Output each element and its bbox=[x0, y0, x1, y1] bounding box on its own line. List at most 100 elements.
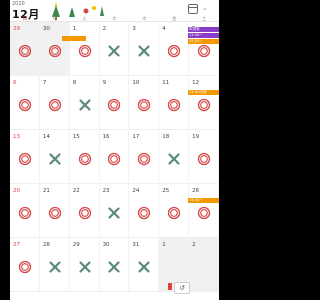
week-row: 20 21 22 23 24 25 26 bbox=[10, 184, 219, 238]
day-number: 27 bbox=[13, 242, 20, 248]
absence-cross-icon bbox=[108, 261, 121, 273]
day-cell[interactable]: 11 bbox=[159, 76, 190, 130]
attendance-circle-icon bbox=[138, 98, 151, 112]
day-number: 22 bbox=[72, 188, 80, 194]
day-number: 1 bbox=[162, 242, 166, 248]
day-cell[interactable]: 18 bbox=[159, 130, 190, 184]
attendance-circle-icon bbox=[168, 206, 181, 220]
day-cell[interactable]: 30 bbox=[100, 238, 130, 292]
attendance-circle-icon bbox=[108, 152, 121, 166]
absence-cross-icon bbox=[138, 45, 150, 57]
attendance-circle-icon bbox=[197, 152, 211, 166]
attendance-circle-icon bbox=[108, 98, 121, 112]
day-number: 9 bbox=[102, 80, 107, 86]
event-dec5-a[interactable]: 年賀状 bbox=[188, 27, 219, 32]
day-cell[interactable]: 6 bbox=[10, 76, 40, 130]
day-cell[interactable]: 4 bbox=[159, 22, 190, 76]
day-number: 7 bbox=[42, 80, 47, 86]
day-cell[interactable]: 7 bbox=[40, 76, 70, 130]
day-number: 19 bbox=[192, 134, 200, 140]
day-number: 4 bbox=[162, 26, 166, 32]
event-dec12[interactable]: 14:00出荷 bbox=[188, 90, 219, 95]
day-number: 8 bbox=[72, 80, 77, 86]
calendar-header: 2020 12月 ⌄ 日 月 火 水 木 金 土 bbox=[10, 0, 219, 22]
event-dec26[interactable]: 14:00~ bbox=[188, 198, 219, 203]
attendance-circle-icon bbox=[197, 98, 211, 112]
month-grid: 2930123456789101112131415161718192021222… bbox=[10, 22, 219, 292]
day-cell[interactable]: 21 bbox=[40, 184, 70, 238]
absence-cross-icon bbox=[49, 261, 61, 273]
day-cell[interactable]: 23 bbox=[100, 184, 130, 238]
day-number: 31 bbox=[132, 242, 140, 248]
day-cell[interactable]: 8 bbox=[70, 76, 100, 130]
attendance-circle-icon bbox=[138, 206, 151, 220]
event-dec5-c[interactable]: 15:00~ bbox=[188, 39, 219, 44]
return-today-button[interactable]: ↺ bbox=[174, 282, 190, 294]
day-cell[interactable]: 10 bbox=[129, 76, 160, 130]
day-number: 16 bbox=[102, 134, 110, 140]
day-number: 26 bbox=[192, 188, 200, 194]
attendance-circle-icon bbox=[197, 206, 211, 220]
absence-cross-icon bbox=[79, 261, 91, 273]
bookmark-tab[interactable] bbox=[168, 283, 172, 290]
day-cell[interactable]: 13 bbox=[10, 130, 40, 184]
attendance-circle-icon bbox=[168, 44, 181, 58]
day-cell[interactable]: 9 bbox=[100, 76, 130, 130]
day-number: 2 bbox=[102, 26, 107, 32]
day-cell[interactable]: 22 bbox=[70, 184, 100, 238]
day-cell[interactable]: 29 bbox=[10, 22, 40, 76]
return-button-area: ↺ bbox=[174, 282, 196, 296]
attendance-circle-icon bbox=[18, 98, 32, 112]
day-cell[interactable]: 2 bbox=[100, 22, 130, 76]
day-number: 24 bbox=[132, 188, 140, 194]
attendance-circle-icon bbox=[48, 206, 61, 220]
day-cell[interactable]: 26 bbox=[189, 184, 219, 238]
day-cell[interactable]: 27 bbox=[10, 238, 40, 292]
day-cell[interactable]: 25 bbox=[159, 184, 190, 238]
attendance-circle-icon bbox=[78, 206, 91, 220]
day-cell[interactable]: 29 bbox=[70, 238, 100, 292]
week-row: 13 14 15 16 17 18 19 bbox=[10, 130, 219, 184]
event-dec1[interactable] bbox=[62, 36, 86, 41]
day-cell[interactable]: 17 bbox=[129, 130, 160, 184]
week-row: 6 7 8 9 10 11 12 bbox=[10, 76, 219, 130]
day-cell[interactable]: 16 bbox=[100, 130, 130, 184]
attendance-circle-icon bbox=[18, 260, 32, 274]
day-number: 10 bbox=[132, 80, 140, 86]
day-number: 3 bbox=[132, 26, 136, 32]
attendance-circle-icon bbox=[197, 44, 211, 58]
day-cell[interactable]: 31 bbox=[129, 238, 160, 292]
day-number: 14 bbox=[42, 134, 50, 140]
day-number: 29 bbox=[72, 242, 80, 248]
day-number: 20 bbox=[13, 188, 20, 194]
day-cell[interactable]: 19 bbox=[189, 130, 219, 184]
day-number: 13 bbox=[13, 134, 20, 140]
day-number: 30 bbox=[102, 242, 110, 248]
day-cell[interactable]: 14 bbox=[40, 130, 70, 184]
event-dec5-b[interactable]: 13:30~ bbox=[188, 33, 219, 38]
day-cell[interactable]: 15 bbox=[70, 130, 100, 184]
calendar-icon[interactable] bbox=[188, 4, 198, 14]
attendance-circle-icon bbox=[78, 44, 91, 58]
day-cell[interactable]: 20 bbox=[10, 184, 40, 238]
absence-cross-icon bbox=[49, 153, 61, 165]
day-cell[interactable]: 3 bbox=[129, 22, 160, 76]
day-number: 29 bbox=[13, 26, 20, 32]
attendance-circle-icon bbox=[18, 44, 32, 58]
absence-cross-icon bbox=[138, 261, 150, 273]
day-number: 1 bbox=[72, 26, 77, 32]
day-number: 11 bbox=[162, 80, 170, 86]
day-cell[interactable]: 28 bbox=[40, 238, 70, 292]
day-number: 2 bbox=[192, 242, 196, 248]
day-number: 25 bbox=[162, 188, 170, 194]
day-cell[interactable]: 1 bbox=[70, 22, 100, 76]
day-number: 21 bbox=[42, 188, 50, 194]
day-cell[interactable]: 24 bbox=[129, 184, 160, 238]
day-cell[interactable]: 30 bbox=[39, 22, 70, 76]
attendance-circle-icon bbox=[48, 44, 61, 58]
chevron-down-icon[interactable]: ⌄ bbox=[202, 4, 208, 12]
day-number: 18 bbox=[162, 134, 170, 140]
day-number: 28 bbox=[42, 242, 50, 248]
day-cell[interactable]: 12 bbox=[189, 76, 219, 130]
attendance-circle-icon bbox=[18, 206, 32, 220]
